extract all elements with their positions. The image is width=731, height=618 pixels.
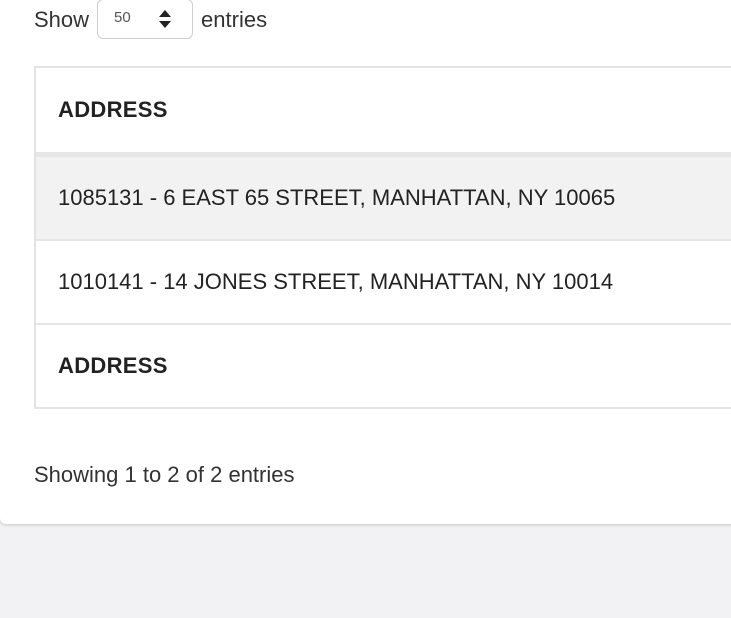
sort-updown-icon xyxy=(159,10,172,28)
address-table-wrapper: ADDRESS 1085131 - 6 EAST 65 STREET, MANH… xyxy=(34,66,731,409)
entries-length-control: Show 50 entries xyxy=(34,0,267,40)
table-footer-row: ADDRESS xyxy=(36,324,731,407)
column-footer-address: ADDRESS xyxy=(58,353,168,378)
table-info-text: Showing 1 to 2 of 2 entries xyxy=(34,462,295,487)
table-card: Show 50 entries ADDRESS 1085131 - 6 EAST… xyxy=(0,0,731,524)
column-header-address[interactable]: ADDRESS xyxy=(36,68,731,157)
address-table: ADDRESS 1085131 - 6 EAST 65 STREET, MANH… xyxy=(36,68,731,407)
entries-per-page-select[interactable]: 50 xyxy=(97,0,194,39)
address-cell: 1085131 - 6 EAST 65 STREET, MANHATTAN, N… xyxy=(36,154,731,241)
address-cell: 1010141 - 14 JONES STREET, MANHATTAN, NY… xyxy=(36,240,731,325)
table-header-row: ADDRESS xyxy=(36,68,731,157)
entries-label: entries xyxy=(201,7,268,32)
entries-per-page-value: 50 xyxy=(114,9,131,26)
show-label: Show xyxy=(34,7,90,32)
table-row[interactable]: 1085131 - 6 EAST 65 STREET, MANHATTAN, N… xyxy=(36,154,731,241)
table-row[interactable]: 1010141 - 14 JONES STREET, MANHATTAN, NY… xyxy=(36,240,731,325)
